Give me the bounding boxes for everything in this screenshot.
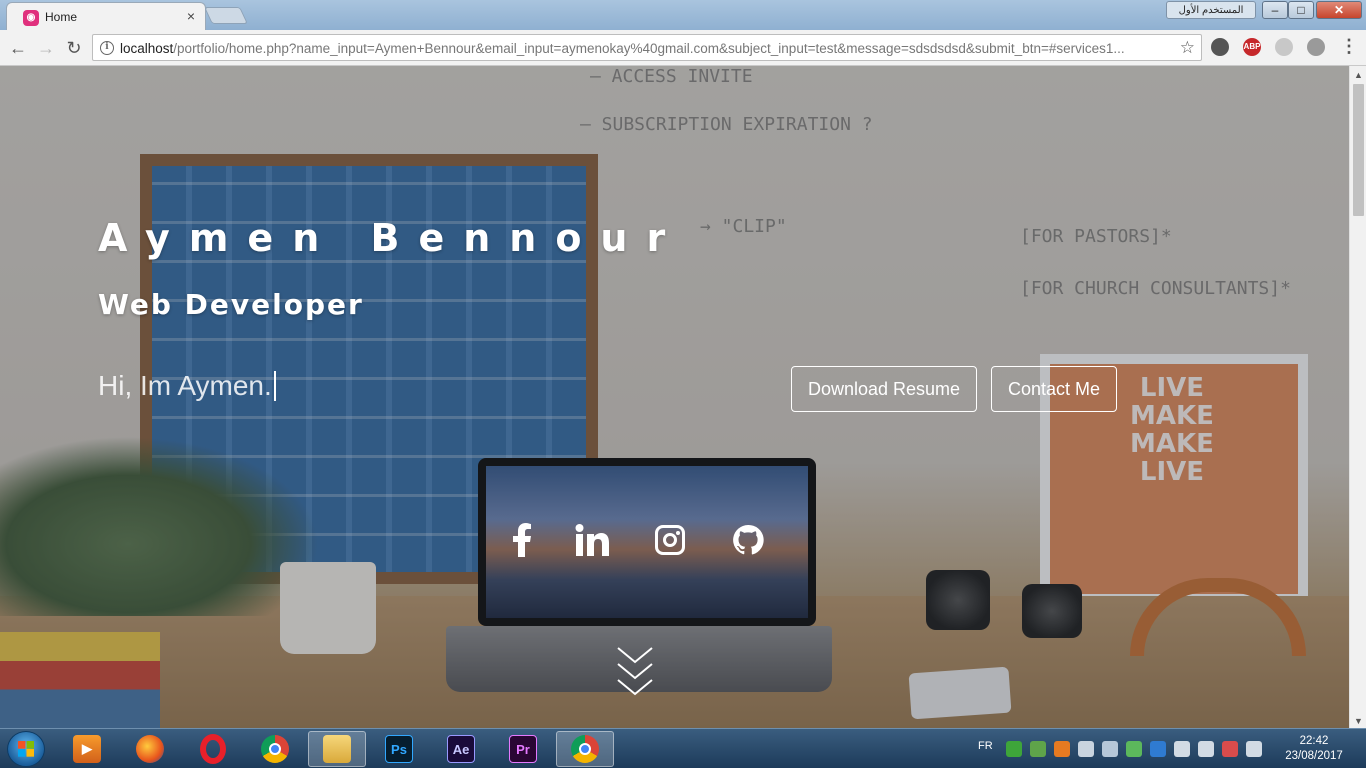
globe-extension-icon[interactable] (1307, 38, 1325, 56)
tray-bolt-icon[interactable] (1150, 741, 1166, 757)
taskbar-chrome-active[interactable] (556, 731, 614, 767)
volume-icon[interactable] (1174, 741, 1190, 757)
taskbar-after-effects[interactable]: Ae (432, 731, 490, 767)
taskbar-file-explorer[interactable] (308, 731, 366, 767)
profile-button[interactable]: المستخدم الأول (1166, 1, 1256, 19)
system-tray (1006, 741, 1262, 757)
taskbar-media-player[interactable]: ▶ (58, 731, 116, 767)
linkedin-icon[interactable] (572, 520, 612, 560)
after-effects-icon: Ae (447, 735, 475, 763)
tray-network-icon[interactable] (1030, 741, 1046, 757)
back-button[interactable]: ← (6, 36, 30, 60)
facebook-icon[interactable] (502, 520, 542, 560)
typing-caret (273, 371, 276, 401)
tray-printer-icon[interactable] (1078, 741, 1094, 757)
system-clock[interactable]: 22:42 23/08/2017 (1274, 734, 1354, 764)
power-icon[interactable] (1246, 741, 1262, 757)
tray-green-icon[interactable] (1006, 741, 1022, 757)
language-indicator[interactable]: FR (978, 740, 993, 752)
premiere-icon: Pr (509, 735, 537, 763)
tab-close-icon[interactable]: × (187, 8, 195, 24)
action-center-flag-icon[interactable] (1222, 741, 1238, 757)
site-favicon-icon: ◉ (23, 10, 39, 26)
folder-icon (323, 735, 351, 763)
taskbar-chrome[interactable] (246, 731, 304, 767)
github-icon[interactable] (728, 520, 768, 560)
maximize-button[interactable]: □ (1288, 1, 1314, 19)
minimize-button[interactable]: – (1262, 1, 1288, 19)
close-window-button[interactable]: ✕ (1316, 1, 1362, 19)
start-button[interactable] (7, 731, 45, 767)
hero-role: Web Developer (98, 288, 364, 321)
opera-icon (200, 734, 226, 764)
media-player-icon: ▶ (73, 735, 101, 763)
typed-text: Hi, Im Aymen. (98, 370, 272, 401)
signal-icon[interactable] (1198, 741, 1214, 757)
clock-date: 23/08/2017 (1285, 750, 1343, 762)
page-viewport: — ACCESS INVITE — SUBSCRIPTION EXPIRATIO… (0, 66, 1349, 728)
chrome-icon (261, 735, 289, 763)
scroll-up-arrow-icon[interactable]: ▲ (1354, 70, 1363, 80)
reload-button[interactable]: ↻ (62, 36, 86, 60)
browser-tab-home[interactable]: ◉ Home × (6, 2, 206, 31)
url-host: localhost (120, 41, 174, 56)
extension-icon[interactable] (1275, 38, 1293, 56)
windows-logo-icon (18, 741, 34, 757)
clock-time: 22:42 (1299, 735, 1329, 747)
address-bar[interactable]: i localhost/portfolio/home.php?name_inpu… (92, 34, 1202, 61)
url-text[interactable]: localhost/portfolio/home.php?name_input=… (120, 41, 1170, 56)
windows-taskbar: ▶ Ps Ae Pr FR 22:42 23/08/2017 (0, 728, 1366, 768)
browser-toolbar: ← → ↻ i localhost/portfolio/home.php?nam… (0, 30, 1366, 66)
page-scrollbar[interactable]: ▲ ▼ (1349, 66, 1366, 728)
contact-me-button[interactable]: Contact Me (991, 366, 1117, 412)
url-path: /portfolio/home.php?name_input=Aymen+Ben… (173, 41, 1125, 56)
taskbar-photoshop[interactable]: Ps (370, 731, 428, 767)
chrome-icon (571, 735, 599, 763)
new-tab-button[interactable] (204, 7, 248, 24)
browser-menu-icon[interactable]: ⋮ (1340, 36, 1358, 57)
adblock-plus-icon[interactable]: ABP (1243, 38, 1261, 56)
download-resume-button[interactable]: Download Resume (791, 366, 977, 412)
firefox-icon (136, 735, 164, 763)
scroll-down-chevrons-icon[interactable] (615, 644, 655, 700)
bookmark-star-icon[interactable]: ☆ (1180, 38, 1195, 58)
compass-extension-icon[interactable] (1211, 38, 1229, 56)
taskbar-premiere[interactable]: Pr (494, 731, 552, 767)
photoshop-icon: Ps (385, 735, 413, 763)
typed-intro: Hi, Im Aymen. (98, 370, 276, 402)
taskbar-opera[interactable] (184, 731, 242, 767)
site-info-icon[interactable]: i (100, 41, 114, 55)
tray-torrent-icon[interactable] (1126, 741, 1142, 757)
scrollbar-thumb[interactable] (1353, 84, 1364, 216)
forward-button[interactable]: → (34, 36, 58, 60)
tab-title: Home (45, 10, 78, 24)
browser-titlebar: ◉ Home × المستخدم الأول – □ ✕ (0, 0, 1366, 31)
tray-link-icon[interactable] (1102, 741, 1118, 757)
instagram-icon[interactable] (650, 520, 690, 560)
hero-name: Aymen Bennour (98, 216, 685, 260)
scroll-down-arrow-icon[interactable]: ▼ (1354, 716, 1363, 726)
taskbar-firefox[interactable] (121, 731, 179, 767)
tray-shield-icon[interactable] (1054, 741, 1070, 757)
